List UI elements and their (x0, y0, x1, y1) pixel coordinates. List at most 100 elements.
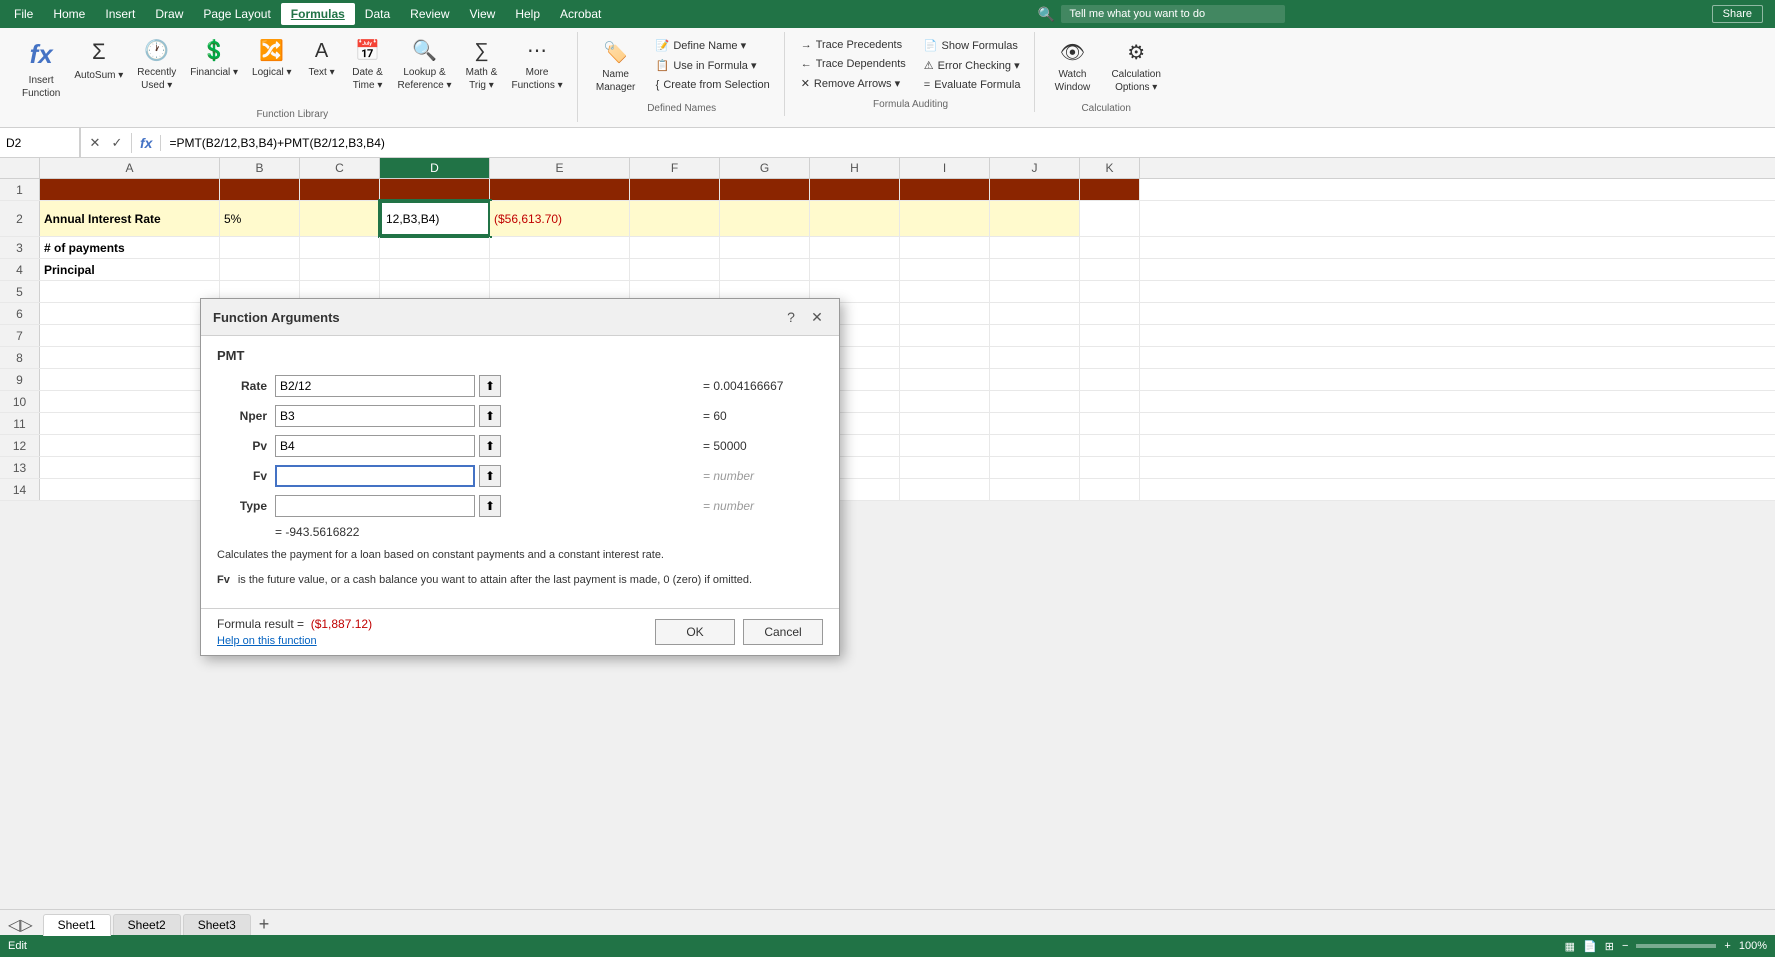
col-header-A[interactable]: A (40, 158, 220, 178)
define-name-btn[interactable]: 📝 Define Name ▾ (650, 36, 776, 55)
name-manager-btn[interactable]: 🏷️ NameManager (588, 36, 644, 98)
calc-options-btn[interactable]: ⚙ CalculationOptions ▾ (1105, 36, 1166, 98)
cell-K12[interactable] (1080, 435, 1140, 456)
nper-input[interactable] (275, 405, 475, 427)
cell-K8[interactable] (1080, 347, 1140, 368)
math-trig-btn[interactable]: ∑ Math &Trig ▾ (459, 34, 503, 96)
cell-I1[interactable] (900, 179, 990, 200)
menu-home[interactable]: Home (43, 3, 95, 25)
insert-function-btn[interactable]: fx InsertFunction (16, 34, 66, 104)
cell-B2[interactable]: 5% (220, 201, 300, 236)
cell-J7[interactable] (990, 325, 1080, 346)
cell-J8[interactable] (990, 347, 1080, 368)
row-header-14[interactable]: 14 (0, 479, 40, 500)
trace-precedents-btn[interactable]: → Trace Precedents (795, 36, 912, 54)
cell-I11[interactable] (900, 413, 990, 434)
cell-K10[interactable] (1080, 391, 1140, 412)
cell-D2[interactable]: 12,B3,B4) (380, 201, 490, 236)
autosum-btn[interactable]: Σ AutoSum ▾ (68, 34, 129, 86)
cell-K6[interactable] (1080, 303, 1140, 324)
cell-J2[interactable] (990, 201, 1080, 236)
row-header-8[interactable]: 8 (0, 347, 40, 368)
cell-I12[interactable] (900, 435, 990, 456)
nper-collapse-btn[interactable]: ⬆ (479, 405, 501, 427)
zoom-out-btn[interactable]: − (1622, 940, 1628, 952)
cell-C1[interactable] (300, 179, 380, 200)
cancel-formula-btn[interactable]: ✕ (85, 133, 105, 153)
cell-K5[interactable] (1080, 281, 1140, 302)
sheet-tab-2[interactable]: Sheet2 (113, 914, 181, 935)
menu-page-layout[interactable]: Page Layout (193, 3, 280, 25)
add-sheet-btn[interactable]: + (259, 914, 270, 935)
col-header-J[interactable]: J (990, 158, 1080, 178)
col-header-K[interactable]: K (1080, 158, 1140, 178)
cell-J14[interactable] (990, 479, 1080, 500)
cell-G2[interactable] (720, 201, 810, 236)
cell-A6[interactable] (40, 303, 220, 324)
cell-H4[interactable] (810, 259, 900, 280)
cell-K7[interactable] (1080, 325, 1140, 346)
cell-K13[interactable] (1080, 457, 1140, 478)
cell-J3[interactable] (990, 237, 1080, 258)
pv-collapse-btn[interactable]: ⬆ (479, 435, 501, 457)
cell-F3[interactable] (630, 237, 720, 258)
watch-window-btn[interactable]: 👁 WatchWindow (1045, 36, 1099, 98)
sheet-scroll-left[interactable]: ◁ (8, 915, 20, 935)
cell-A14[interactable] (40, 479, 220, 500)
cell-J12[interactable] (990, 435, 1080, 456)
row-header-6[interactable]: 6 (0, 303, 40, 324)
create-from-selection-btn[interactable]: { Create from Selection (650, 76, 776, 94)
cell-A9[interactable] (40, 369, 220, 390)
cell-C4[interactable] (300, 259, 380, 280)
sheet-scroll-right[interactable]: ▷ (20, 915, 32, 935)
zoom-slider[interactable] (1636, 944, 1716, 948)
more-functions-btn[interactable]: ⋯ MoreFunctions ▾ (505, 34, 568, 96)
cell-I10[interactable] (900, 391, 990, 412)
cell-A5[interactable] (40, 281, 220, 302)
cell-I6[interactable] (900, 303, 990, 324)
cell-B3[interactable] (220, 237, 300, 258)
dialog-close-btn[interactable]: ✕ (807, 307, 827, 327)
evaluate-formula-btn[interactable]: = Evaluate Formula (918, 76, 1027, 94)
cell-J13[interactable] (990, 457, 1080, 478)
trace-dependents-btn[interactable]: ← Trace Dependents (795, 55, 912, 73)
dialog-help-btn[interactable]: ? (781, 307, 801, 327)
cell-I8[interactable] (900, 347, 990, 368)
col-header-H[interactable]: H (810, 158, 900, 178)
date-time-btn[interactable]: 📅 Date &Time ▾ (346, 34, 390, 96)
cell-J10[interactable] (990, 391, 1080, 412)
share-button[interactable]: Share (1712, 5, 1763, 23)
show-formulas-btn[interactable]: 📄 Show Formulas (918, 36, 1027, 55)
col-header-C[interactable]: C (300, 158, 380, 178)
row-header-11[interactable]: 11 (0, 413, 40, 434)
cell-I13[interactable] (900, 457, 990, 478)
cell-A11[interactable] (40, 413, 220, 434)
cell-I2[interactable] (900, 201, 990, 236)
cell-E4[interactable] (490, 259, 630, 280)
page-break-btn[interactable]: ⊞ (1605, 940, 1614, 953)
rate-input[interactable] (275, 375, 475, 397)
cell-G3[interactable] (720, 237, 810, 258)
cell-I5[interactable] (900, 281, 990, 302)
sheet-tab-1[interactable]: Sheet1 (43, 914, 111, 936)
cell-D3[interactable] (380, 237, 490, 258)
cell-J6[interactable] (990, 303, 1080, 324)
row-header-10[interactable]: 10 (0, 391, 40, 412)
cell-J11[interactable] (990, 413, 1080, 434)
cell-A13[interactable] (40, 457, 220, 478)
error-checking-btn[interactable]: ⚠ Error Checking ▾ (918, 56, 1027, 75)
cell-J9[interactable] (990, 369, 1080, 390)
help-link[interactable]: Help on this function (217, 635, 372, 647)
cell-B1[interactable] (220, 179, 300, 200)
cell-I14[interactable] (900, 479, 990, 500)
cell-E2[interactable]: ($56,613.70) (490, 201, 630, 236)
cell-E1[interactable] (490, 179, 630, 200)
cell-I7[interactable] (900, 325, 990, 346)
recently-used-btn[interactable]: 🕐 RecentlyUsed ▾ (131, 34, 182, 96)
text-btn[interactable]: A Text ▾ (300, 34, 344, 83)
cell-ref-box[interactable]: D2 (0, 128, 80, 157)
cell-H2[interactable] (810, 201, 900, 236)
cell-I3[interactable] (900, 237, 990, 258)
row-header-9[interactable]: 9 (0, 369, 40, 390)
cell-I4[interactable] (900, 259, 990, 280)
